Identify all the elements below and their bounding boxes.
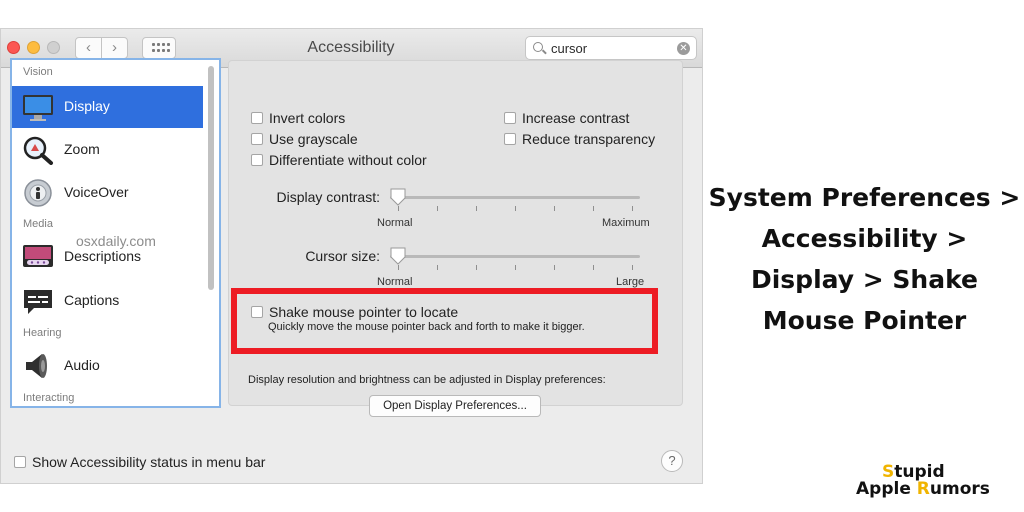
display-contrast-label: Display contrast: [276, 189, 380, 205]
captions-icon [24, 290, 52, 314]
shake-description: Quickly move the mouse pointer back and … [268, 321, 585, 333]
checkbox-label: Show Accessibility status in menu bar [32, 454, 266, 470]
checkbox-box[interactable] [504, 133, 516, 145]
caption-line: Mouse Pointer [762, 306, 967, 335]
slider-tick [593, 265, 594, 270]
checkbox-box[interactable] [504, 112, 516, 124]
sidebar-item-label: Zoom [64, 141, 100, 157]
sidebar-scrollbar[interactable] [208, 66, 214, 290]
shake-mouse-pointer-checkbox[interactable]: Shake mouse pointer to locate [251, 304, 458, 320]
checkbox-label: Shake mouse pointer to locate [269, 304, 459, 320]
checkbox-label: Reduce transparency [522, 131, 656, 147]
checkbox-label: Invert colors [269, 110, 346, 126]
differentiate-without-color-checkbox[interactable]: Differentiate without color [251, 152, 427, 168]
minimize-window-button[interactable] [27, 41, 40, 54]
logo-r: R [916, 479, 930, 499]
search-field[interactable]: cursor ✕ [525, 36, 697, 60]
display-contrast-track[interactable] [390, 196, 640, 199]
voiceover-icon [24, 179, 52, 207]
logo-line-2: Apple Rumors [856, 479, 990, 499]
display-icon [23, 95, 53, 121]
sidebar-item-voiceover[interactable]: VoiceOver [12, 172, 203, 214]
logo-umors: umors [929, 479, 990, 499]
forward-button[interactable]: › [101, 37, 128, 59]
checkbox-box[interactable] [251, 306, 263, 318]
contrast-min-label: Normal [377, 217, 413, 229]
display-info-text: Display resolution and brightness can be… [248, 374, 606, 386]
zoom-window-button[interactable] [47, 41, 60, 54]
chevron-left-icon: ‹ [86, 39, 91, 56]
sidebar-item-captions[interactable]: Captions [12, 280, 203, 322]
checkbox-box[interactable] [251, 133, 263, 145]
search-input[interactable]: cursor [551, 41, 587, 56]
logo-apple: Apple [856, 479, 917, 499]
slider-tick [515, 265, 516, 270]
display-contrast-slider-knob[interactable] [390, 188, 406, 206]
audio-icon [26, 354, 47, 378]
cursor-size-slider-knob[interactable] [390, 247, 406, 265]
checkbox-box[interactable] [14, 456, 26, 468]
sidebar-item-audio[interactable]: Audio [12, 345, 203, 387]
reduce-transparency-checkbox[interactable]: Reduce transparency [504, 131, 655, 147]
sidebar-header-interacting: Interacting [23, 392, 75, 404]
clear-search-icon[interactable]: ✕ [677, 42, 690, 55]
sidebar-list[interactable]: Vision Display Zoom VoiceOver Media osxd… [10, 58, 221, 408]
slider-tick [632, 265, 633, 270]
slider-tick [437, 206, 438, 211]
increase-contrast-checkbox[interactable]: Increase contrast [504, 110, 629, 126]
chevron-right-icon: › [112, 39, 117, 56]
sidebar-item-label: Audio [64, 357, 100, 373]
help-button[interactable]: ? [661, 450, 683, 472]
back-button[interactable]: ‹ [75, 37, 102, 59]
show-status-in-menu-bar-checkbox[interactable]: Show Accessibility status in menu bar [14, 454, 265, 470]
descriptions-icon [23, 245, 53, 267]
sidebar-item-zoom[interactable]: Zoom [12, 129, 203, 171]
slider-tick [554, 265, 555, 270]
invert-colors-checkbox[interactable]: Invert colors [251, 110, 345, 126]
slider-tick [476, 265, 477, 270]
slider-tick [554, 206, 555, 211]
checkbox-label: Use grayscale [269, 131, 358, 147]
show-all-button[interactable] [142, 37, 176, 59]
sidebar-header-media: Media [23, 218, 53, 230]
checkbox-label: Differentiate without color [269, 152, 427, 168]
sidebar-header-hearing: Hearing [23, 327, 62, 339]
slider-tick [593, 206, 594, 211]
search-icon [533, 42, 543, 52]
zoom-icon [23, 136, 53, 165]
cursor-size-label: Cursor size: [305, 248, 380, 264]
slider-tick [398, 206, 399, 211]
slider-tick [632, 206, 633, 211]
sidebar-item-descriptions[interactable]: Descriptions [12, 236, 203, 278]
sidebar-header-vision: Vision [23, 66, 53, 78]
close-window-button[interactable] [7, 41, 20, 54]
cursor-size-track[interactable] [390, 255, 640, 258]
checkbox-label: Increase contrast [522, 110, 630, 126]
caption-line: System Preferences > [708, 183, 1021, 212]
sidebar-item-display[interactable]: Display [12, 86, 203, 128]
use-grayscale-checkbox[interactable]: Use grayscale [251, 131, 358, 147]
caption-line: Display > Shake [750, 265, 978, 294]
sidebar-item-label: Captions [64, 292, 120, 308]
window-title: Accessibility [307, 39, 395, 56]
cursor-max-label: Large [616, 276, 645, 288]
cursor-min-label: Normal [377, 276, 413, 288]
checkbox-box[interactable] [251, 154, 263, 166]
sidebar-item-label: VoiceOver [64, 184, 129, 200]
sidebar-item-label: Display [64, 98, 110, 114]
slider-tick [476, 206, 477, 211]
sidebar-item-label: Descriptions [64, 248, 142, 264]
caption-line: Accessibility > [761, 224, 968, 253]
slider-tick [437, 265, 438, 270]
caption-text: System Preferences > Accessibility > Dis… [705, 177, 1024, 341]
contrast-max-label: Maximum [602, 217, 650, 229]
checkbox-box[interactable] [251, 112, 263, 124]
slider-tick [515, 206, 516, 211]
stupid-apple-rumors-logo: Stupid Apple Rumors [856, 462, 1014, 502]
open-display-preferences-button[interactable]: Open Display Preferences... [369, 395, 541, 417]
slider-tick [398, 265, 399, 270]
grid-icon [152, 43, 170, 53]
